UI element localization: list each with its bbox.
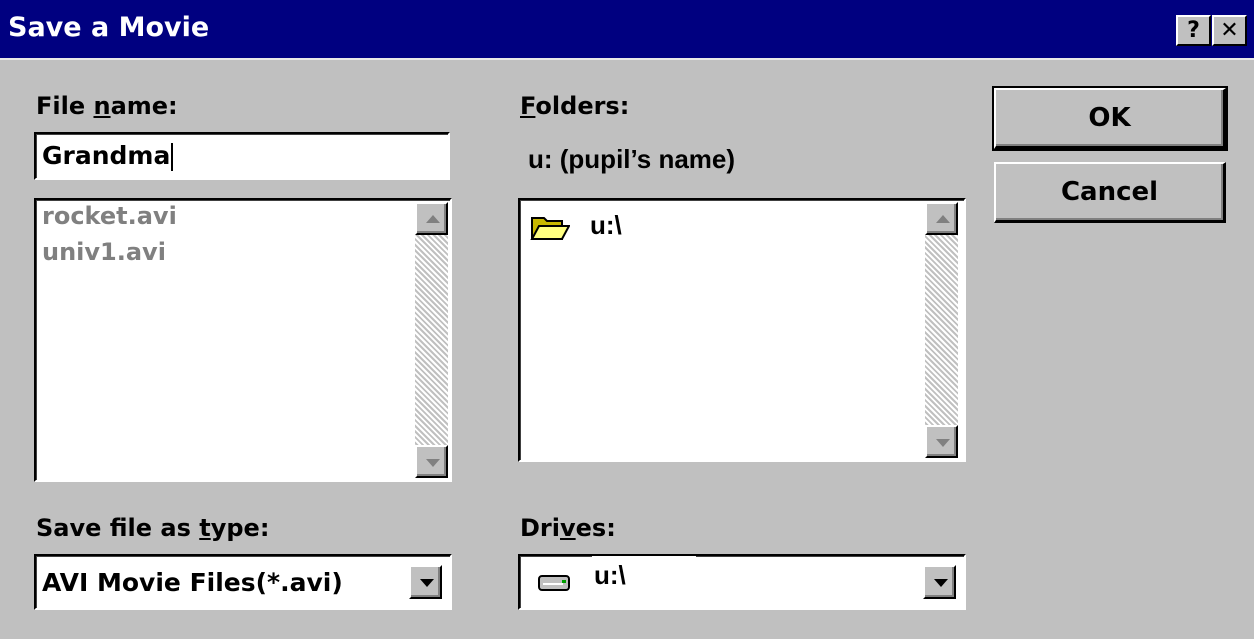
ok-button[interactable]: OK	[992, 86, 1228, 151]
arrow-down-icon	[936, 439, 950, 447]
arrow-up-icon	[936, 215, 950, 223]
file-list[interactable]: rocket.avi univ1.avi	[34, 198, 452, 482]
folder-list-scrollbar[interactable]	[925, 202, 958, 458]
folder-list[interactable]: u:\	[518, 198, 966, 462]
folder-list-scroll-down[interactable]	[925, 425, 958, 458]
arrow-down-icon	[426, 459, 440, 467]
save-type-label: Save file as type:	[36, 514, 270, 542]
drives-select[interactable]: u:\	[518, 554, 966, 610]
folder-list-scroll-up[interactable]	[925, 202, 958, 235]
folders-label: Folders:	[520, 92, 630, 120]
folder-list-item[interactable]: u:\	[530, 208, 970, 244]
network-drive-icon	[538, 575, 570, 591]
file-list-scroll-up[interactable]	[415, 202, 448, 235]
save-type-value: AVI Movie Files(*.avi)	[42, 568, 343, 597]
text-cursor	[171, 143, 174, 171]
file-list-item[interactable]: rocket.avi	[42, 202, 177, 230]
save-type-dropdown-button[interactable]	[409, 565, 442, 599]
save-type-select[interactable]: AVI Movie Files(*.avi)	[34, 554, 452, 610]
file-list-item[interactable]: univ1.avi	[42, 238, 166, 266]
current-folder-path: u: (pupil’s name)	[528, 144, 736, 174]
drives-value: u:\	[594, 560, 626, 590]
drives-dropdown-button[interactable]	[923, 565, 956, 599]
file-name-input[interactable]: Grandma	[34, 132, 450, 180]
open-folder-icon	[530, 217, 570, 240]
help-button[interactable]: ?	[1176, 15, 1211, 46]
chevron-down-icon	[420, 579, 434, 587]
file-list-scrollbar[interactable]	[415, 202, 448, 478]
close-icon: ✕	[1220, 18, 1239, 43]
file-name-label: File name:	[36, 92, 178, 120]
cancel-button[interactable]: Cancel	[994, 162, 1226, 223]
file-list-scroll-down[interactable]	[415, 445, 448, 478]
chevron-down-icon	[934, 579, 948, 587]
title-bar: Save a Movie ? ✕	[0, 0, 1254, 60]
drives-label: Drives:	[520, 514, 616, 542]
close-button[interactable]: ✕	[1212, 15, 1247, 46]
window-title: Save a Movie	[8, 12, 210, 43]
arrow-up-icon	[426, 215, 440, 223]
